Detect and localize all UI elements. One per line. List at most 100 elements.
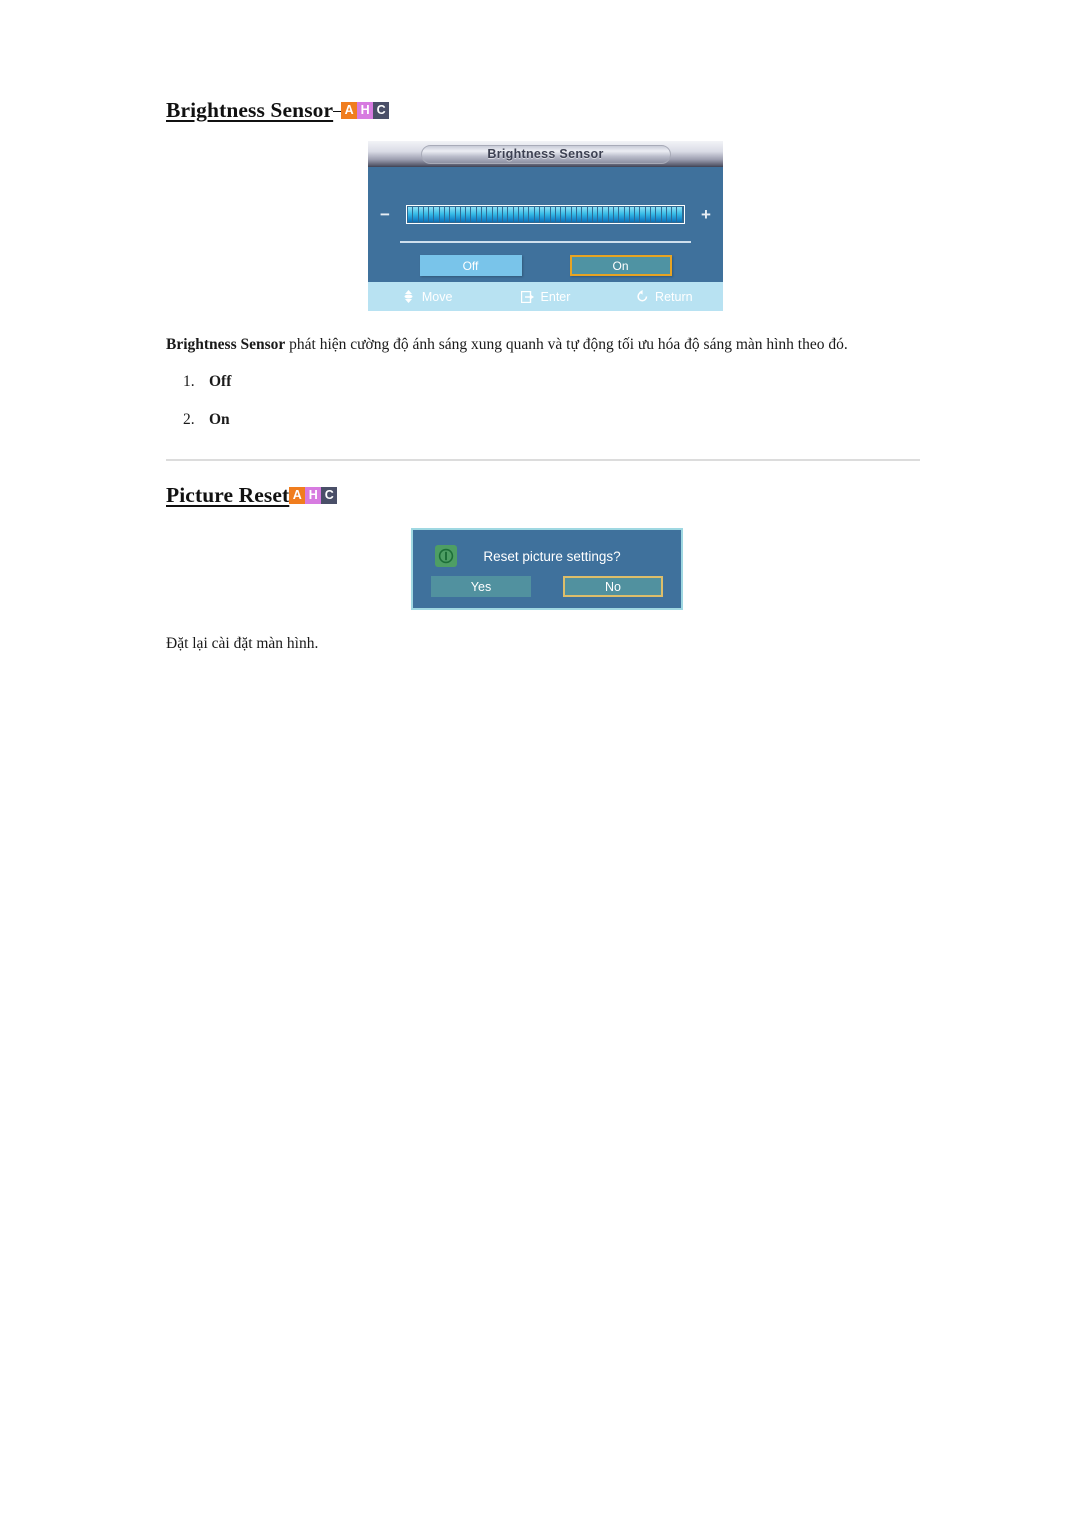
osd-title-pill: Brightness Sensor — [420, 144, 671, 164]
slider-segment — [450, 206, 455, 222]
return-icon — [635, 290, 649, 304]
osd-footer-return[interactable]: Return — [605, 290, 723, 304]
slider-segment — [640, 206, 645, 222]
dialog-buttons: Yes No — [413, 576, 681, 598]
osd-footer-enter-label: Enter — [540, 289, 571, 304]
page-title: Picture Reset — [166, 483, 290, 507]
dialog-button-yes[interactable]: Yes — [431, 576, 531, 597]
description-rest: phát hiện cường độ ánh sáng xung quanh v… — [285, 336, 848, 353]
slider-segment — [566, 206, 571, 222]
slider-segment — [561, 206, 566, 222]
osd-button-off[interactable]: Off — [419, 255, 522, 276]
osd-footer-move-label: Move — [421, 289, 453, 304]
slider-segment — [439, 206, 444, 222]
dialog-message-text: Reset picture settings? — [483, 548, 621, 564]
slider-segment — [508, 206, 513, 222]
slider-segment — [413, 206, 418, 222]
slider-segment — [545, 206, 550, 222]
slider-segment — [608, 206, 613, 222]
slider-segment — [672, 206, 677, 222]
slider-segment — [635, 206, 640, 222]
slider-segment — [582, 206, 587, 222]
slider-segment — [444, 206, 450, 222]
slider-segment — [540, 206, 545, 222]
osd-footer-return-label: Return — [655, 289, 693, 304]
slider-segment — [471, 206, 476, 222]
slider-segment — [629, 206, 635, 222]
slider-segment — [661, 206, 666, 222]
section-heading-brightness-sensor: Brightness Sensor A H C — [166, 98, 390, 123]
osd-option-buttons: Off On — [368, 255, 723, 277]
dialog-button-yes-label: Yes — [470, 579, 492, 594]
badge-analog: A — [289, 487, 306, 504]
slider-segment — [408, 206, 413, 222]
osd-button-on-label: On — [612, 258, 629, 273]
slider-segment — [460, 206, 466, 222]
list-item-label: On — [209, 411, 230, 428]
list-item: 1. Off — [183, 373, 231, 391]
enter-icon — [521, 290, 535, 304]
move-updown-icon — [402, 290, 416, 304]
slider-segment — [592, 206, 598, 222]
list-item-number: 1. — [183, 373, 195, 390]
slider-segment — [571, 206, 576, 222]
slider-segment — [503, 206, 508, 222]
slider-segment — [587, 206, 592, 222]
slider-segment — [603, 206, 608, 222]
slider-segment — [613, 206, 619, 222]
page-title: Brightness Sensor — [166, 98, 334, 122]
badge-hdmi: H — [357, 102, 374, 119]
slider-segment — [455, 206, 460, 222]
slider-segment — [645, 206, 650, 222]
osd-footer-enter[interactable]: Enter — [486, 290, 604, 304]
badge-component: C — [373, 102, 390, 119]
section-heading-picture-reset: Picture Reset A H C — [166, 483, 338, 508]
osd-title-bar: Brightness Sensor — [368, 141, 723, 167]
osd-footer-move[interactable]: Move — [368, 290, 486, 304]
osd-title-text: Brightness Sensor — [487, 147, 604, 161]
osd-brightness-sensor-menu: Brightness Sensor − + Off On Move Enter … — [368, 141, 723, 311]
list-item-number: 2. — [183, 411, 195, 428]
brightness-slider[interactable] — [406, 204, 685, 224]
slider-segment — [476, 206, 481, 222]
badge-group-picture-reset: A H C — [289, 487, 338, 504]
badge-hdmi: H — [305, 487, 322, 504]
slider-segment — [524, 206, 529, 222]
osd-button-on[interactable]: On — [569, 255, 672, 276]
slider-segment — [677, 206, 682, 222]
slider-segment — [518, 206, 524, 222]
description-bold-term: Brightness Sensor — [166, 336, 286, 353]
slider-segment — [529, 206, 534, 222]
slider-segment — [513, 206, 518, 222]
slider-segment — [666, 206, 672, 222]
brightness-sensor-description: Brightness Sensor phát hiện cường độ ánh… — [166, 334, 848, 356]
badge-group-brightness-sensor: A H C — [341, 102, 390, 119]
slider-segment — [434, 206, 439, 222]
list-item-label: Off — [209, 373, 232, 390]
slider-segment — [466, 206, 471, 222]
osd-body: − + Off On — [368, 167, 723, 282]
dialog-message-row: Reset picture settings? — [413, 544, 681, 568]
slider-segment — [429, 206, 434, 222]
increase-icon[interactable]: + — [689, 206, 723, 223]
slider-segment — [492, 206, 497, 222]
reset-confirmation-dialog: Reset picture settings? Yes No — [411, 528, 683, 610]
slider-segment — [650, 206, 656, 222]
slider-segment — [534, 206, 540, 222]
slider-segment — [481, 206, 487, 222]
slider-segment — [487, 206, 492, 222]
badge-component: C — [321, 487, 338, 504]
dialog-button-no[interactable]: No — [563, 576, 663, 597]
slider-segment — [577, 206, 582, 222]
osd-footer-bar: Move Enter Return — [368, 282, 723, 311]
slider-segment — [619, 206, 624, 222]
osd-brightness-slider-row[interactable]: − + — [368, 203, 723, 225]
slider-segment — [555, 206, 561, 222]
slider-segment — [656, 206, 661, 222]
slider-segment — [423, 206, 429, 222]
decrease-icon[interactable]: − — [368, 206, 402, 223]
slider-segment — [497, 206, 503, 222]
picture-reset-description: Đặt lại cài đặt màn hình. — [166, 635, 319, 652]
slider-segment — [598, 206, 603, 222]
slider-segment — [550, 206, 555, 222]
